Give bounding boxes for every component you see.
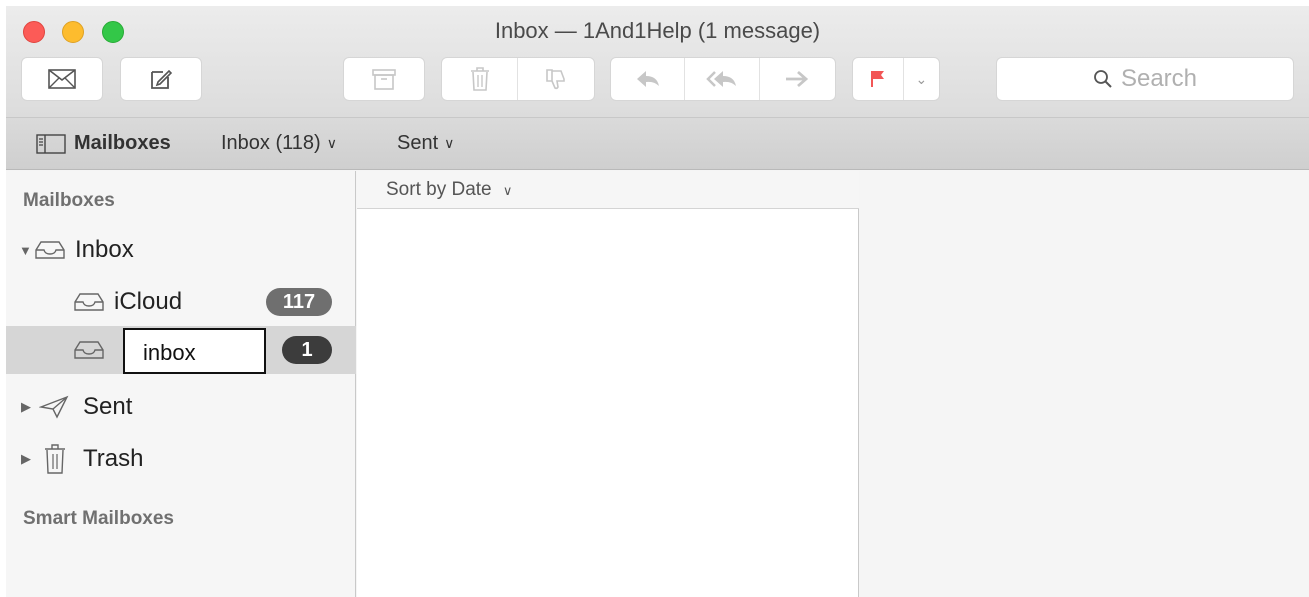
reply-all-button[interactable] [685,58,760,100]
delete-junk-group [441,57,595,101]
title-toolbar: Inbox — 1And1Help (1 message) ⌄ Search [6,6,1309,118]
thumbs-down-icon [546,69,565,90]
disclosure-open-icon[interactable]: ▼ [19,243,33,258]
chevron-down-icon: ∨ [444,135,455,151]
sort-label: Sort by Date [386,179,492,200]
sidebar-icon [36,133,66,154]
search-icon [1094,70,1112,88]
message-list: Sort by Date ∨ [357,171,859,597]
trash-icon [470,67,489,91]
favorites-bar: Mailboxes Inbox (118) ∨ Sent ∨ [6,118,1309,170]
favorite-sent-button[interactable]: Sent ∨ [397,132,454,155]
mailboxes-toggle-button[interactable]: Mailboxes [36,132,171,155]
sidebar-item-sent[interactable]: ▶ Sent [6,383,356,431]
flag-button[interactable] [853,58,904,100]
disclosure-closed-icon[interactable]: ▶ [21,451,35,467]
reply-button[interactable] [611,58,686,100]
mailbox-rename-input[interactable]: inbox [123,328,266,374]
forward-button[interactable] [760,58,835,100]
icloud-label: iCloud [114,288,183,315]
flag-menu-button[interactable]: ⌄ [904,58,939,100]
smart-mailboxes-heading: Smart Mailboxes [23,508,174,529]
window-title: Inbox — 1And1Help (1 message) [494,18,821,43]
delete-button[interactable] [442,58,518,100]
inbox-tray-icon [74,293,104,311]
favorite-inbox-label: Inbox (118) [221,132,321,154]
archive-button[interactable] [343,57,425,101]
compose-icon [151,69,173,89]
inbox-label: Inbox [75,236,134,263]
envelope-icon [48,69,76,89]
flag-icon [870,71,884,87]
flag-group: ⌄ [852,57,940,101]
compose-button[interactable] [120,57,202,101]
mail-window: Inbox — 1And1Help (1 message) ⌄ Search M… [6,6,1309,597]
mailboxes-heading: Mailboxes [23,190,115,211]
mailbox-sidebar: Mailboxes ▼ Inbox iCloud 117 1 inbox ▶ S… [6,171,356,597]
archive-icon [372,69,396,90]
message-preview-pane [860,171,1309,597]
chevron-down-icon: ∨ [502,183,513,198]
junk-button[interactable] [518,58,594,100]
sidebar-item-inbox[interactable]: ▼ Inbox [6,226,356,274]
trash-icon [45,444,65,474]
sort-menu-button[interactable]: Sort by Date ∨ [357,171,859,209]
sidebar-item-trash[interactable]: ▶ Trash [6,435,356,483]
favorite-inbox-button[interactable]: Inbox (118) ∨ [221,132,337,155]
inbox-tray-icon [74,341,104,359]
chevron-down-icon: ⌄ [915,70,928,87]
unread-count-badge: 117 [266,288,332,316]
search-field[interactable]: Search [996,57,1294,101]
search-placeholder: Search [1120,65,1198,92]
reply-icon [636,71,659,87]
unread-count-badge: 1 [282,336,332,364]
get-mail-button[interactable] [21,57,103,101]
reply-all-icon [706,71,737,87]
sent-label: Sent [83,393,133,420]
trash-label: Trash [83,445,144,472]
sidebar-item-icloud[interactable]: iCloud 117 [6,278,356,326]
disclosure-closed-icon[interactable]: ▶ [21,399,35,415]
mailboxes-label: Mailboxes [74,132,171,154]
reply-group [610,57,836,101]
inbox-tray-icon [35,241,65,259]
chevron-down-icon: ∨ [326,135,337,151]
paper-plane-icon [39,395,69,419]
forward-icon [786,70,809,88]
favorite-sent-label: Sent [397,132,439,154]
